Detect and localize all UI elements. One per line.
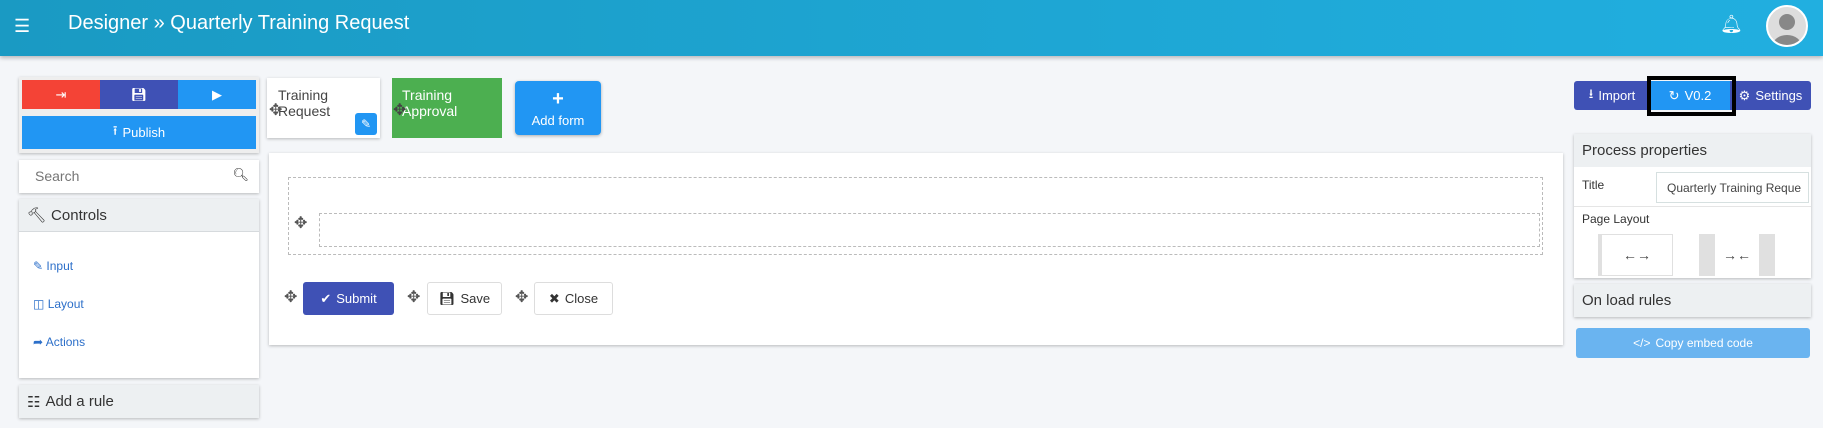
move-icon[interactable]: ✥ [407, 287, 420, 307]
import-button[interactable]: ⭳ Import [1574, 81, 1650, 110]
sitemap-icon: ☷ [27, 393, 41, 411]
play-icon: ▶ [212, 86, 222, 102]
move-icon[interactable]: ✥ [294, 213, 307, 233]
compress-arrows-icon: →← [1723, 247, 1751, 263]
layout-wide-button[interactable]: ←→ [1598, 234, 1673, 276]
download-icon: ⭳ [1588, 85, 1594, 101]
page-layout-label: Page Layout [1582, 212, 1650, 226]
upload-icon: ⭱ [112, 122, 118, 138]
bell-icon[interactable]: 🔔︎ [1720, 14, 1743, 35]
settings-button[interactable]: ⚙ Settings [1730, 81, 1811, 110]
sign-out-icon: ⇥ [55, 86, 67, 102]
control-actions[interactable]: ➦ Actions [33, 335, 85, 349]
form-canvas: ✥ ✥ ✔ Submit ✥ 💾︎ Save ✥ ✖ Close [269, 153, 1563, 345]
control-layout[interactable]: ◫ Layout [33, 297, 84, 311]
publish-button[interactable]: ⭱ Publish [22, 116, 256, 149]
code-icon: </> [1633, 336, 1651, 350]
floppy-icon: 💾︎ [130, 86, 148, 102]
hamburger-icon[interactable]: ☰ [14, 16, 30, 37]
plus-icon: + [552, 88, 564, 110]
save-button[interactable]: 💾︎ Save [427, 282, 502, 315]
move-icon[interactable]: ✥ [393, 100, 406, 120]
avatar[interactable] [1766, 5, 1808, 47]
columns-icon: ◫ [33, 297, 45, 311]
title-input[interactable] [1656, 172, 1809, 203]
edit-form-button[interactable]: ✎ [355, 113, 377, 135]
add-rule-panel[interactable]: ☷ Add a rule [19, 385, 259, 418]
close-icon: ✖ [548, 290, 560, 306]
move-icon[interactable]: ✥ [269, 100, 282, 120]
page-title: Designer » Quarterly Training Request [68, 12, 410, 34]
add-form-button[interactable]: + Add form [515, 81, 601, 135]
form-column-dropzone[interactable] [319, 213, 1540, 247]
search-icon[interactable]: 🔍︎ [232, 167, 249, 183]
move-icon[interactable]: ✥ [515, 287, 528, 307]
controls-panel: 🔨︎ Controls ✎ Input ◫ Layout ➦ Actions [19, 199, 259, 378]
run-button[interactable]: ▶ [178, 80, 256, 109]
search-input[interactable] [19, 160, 219, 191]
action-panel: ⇥ 💾︎ ▶ ⭱ Publish [19, 77, 259, 153]
process-properties-panel: Process properties Title Page Layout ←→ … [1574, 134, 1811, 278]
edit-icon: ✎ [33, 259, 44, 273]
form-tab-training-request[interactable]: Training Request ✥ ✎ [267, 78, 380, 138]
highlight-box [1647, 76, 1736, 116]
save-process-button[interactable]: 💾︎ [100, 80, 178, 109]
form-tab-training-approval[interactable]: Training Approval ✥ [392, 78, 502, 138]
close-button[interactable]: ✖ Close [534, 282, 613, 315]
layout-narrow-button[interactable]: →← [1699, 234, 1775, 276]
copy-embed-button[interactable]: </> Copy embed code [1576, 328, 1810, 358]
gavel-icon: 🔨︎ [27, 207, 47, 224]
gear-icon: ⚙ [1738, 87, 1751, 103]
process-properties-header: Process properties [1574, 134, 1811, 167]
expand-arrows-icon: ←→ [1623, 247, 1651, 263]
title-label: Title [1582, 178, 1605, 192]
check-icon: ✔ [320, 290, 332, 306]
on-load-rules-panel[interactable]: On load rules [1574, 284, 1811, 317]
submit-button[interactable]: ✔ Submit [303, 282, 394, 315]
move-icon[interactable]: ✥ [284, 287, 297, 307]
control-input[interactable]: ✎ Input [33, 259, 73, 273]
floppy-icon: 💾︎ [438, 290, 456, 306]
app-header: ☰ Designer » Quarterly Training Request … [0, 0, 1823, 56]
share-icon: ➦ [33, 335, 44, 349]
search-box: 🔍︎ [19, 160, 259, 193]
exit-button[interactable]: ⇥ [22, 80, 100, 109]
